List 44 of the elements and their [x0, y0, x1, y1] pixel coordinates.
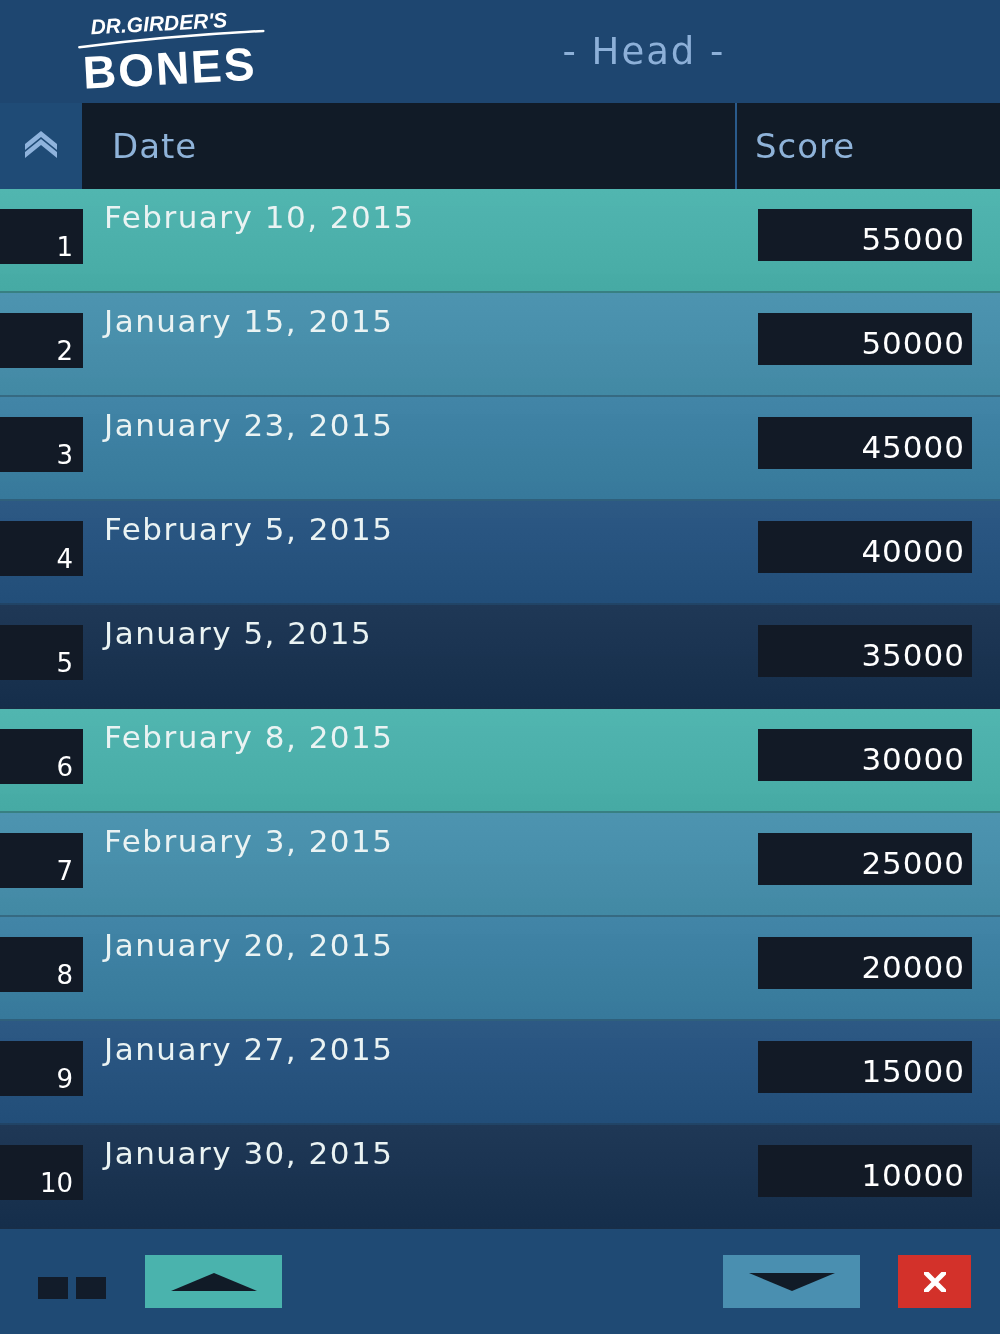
rank-cell: 1: [0, 209, 83, 264]
date-text: January 23, 2015: [104, 407, 394, 443]
score-cell: 40000: [758, 521, 972, 573]
triangle-up-icon: [170, 1272, 257, 1291]
triangle-down-icon: [748, 1272, 835, 1291]
double-chevron-up-icon: [23, 128, 59, 158]
logo-title: BONES: [81, 39, 258, 97]
rank-cell: 4: [0, 521, 83, 576]
rank-cell: 5: [0, 625, 83, 680]
screen-title: - Head -: [562, 30, 726, 73]
squares-icon: [38, 1276, 106, 1299]
score-cell: 30000: [758, 729, 972, 781]
scroll-down-button[interactable]: [723, 1255, 860, 1308]
scroll-up-button[interactable]: [145, 1255, 282, 1308]
score-cell: 15000: [758, 1041, 972, 1093]
sort-button[interactable]: [0, 103, 82, 189]
date-text: January 30, 2015: [104, 1135, 394, 1171]
score-column-header: Score: [755, 126, 856, 166]
score-cell: 10000: [758, 1145, 972, 1197]
date-text: January 27, 2015: [104, 1031, 394, 1067]
rank-cell: 3: [0, 417, 83, 472]
rank-cell: 10: [0, 1145, 83, 1200]
date-text: February 5, 2015: [104, 511, 394, 547]
score-cell: 35000: [758, 625, 972, 677]
date-column-header: Date: [112, 126, 198, 166]
close-button[interactable]: [898, 1255, 971, 1308]
date-text: February 10, 2015: [104, 199, 415, 235]
date-text: January 5, 2015: [104, 615, 373, 651]
date-text: February 3, 2015: [104, 823, 394, 859]
score-cell: 20000: [758, 937, 972, 989]
close-icon: [923, 1271, 946, 1292]
date-text: January 15, 2015: [104, 303, 394, 339]
score-cell: 25000: [758, 833, 972, 885]
score-cell: 55000: [758, 209, 972, 261]
rank-cell: 6: [0, 729, 83, 784]
logo-subtitle: DR.GIRDER'S: [90, 8, 228, 38]
date-text: January 20, 2015: [104, 927, 394, 963]
rank-cell: 9: [0, 1041, 83, 1096]
rank-cell: 2: [0, 313, 83, 368]
rank-cell: 8: [0, 937, 83, 992]
score-cell: 45000: [758, 417, 972, 469]
score-cell: 50000: [758, 313, 972, 365]
rank-cell: 7: [0, 833, 83, 888]
date-text: February 8, 2015: [104, 719, 394, 755]
